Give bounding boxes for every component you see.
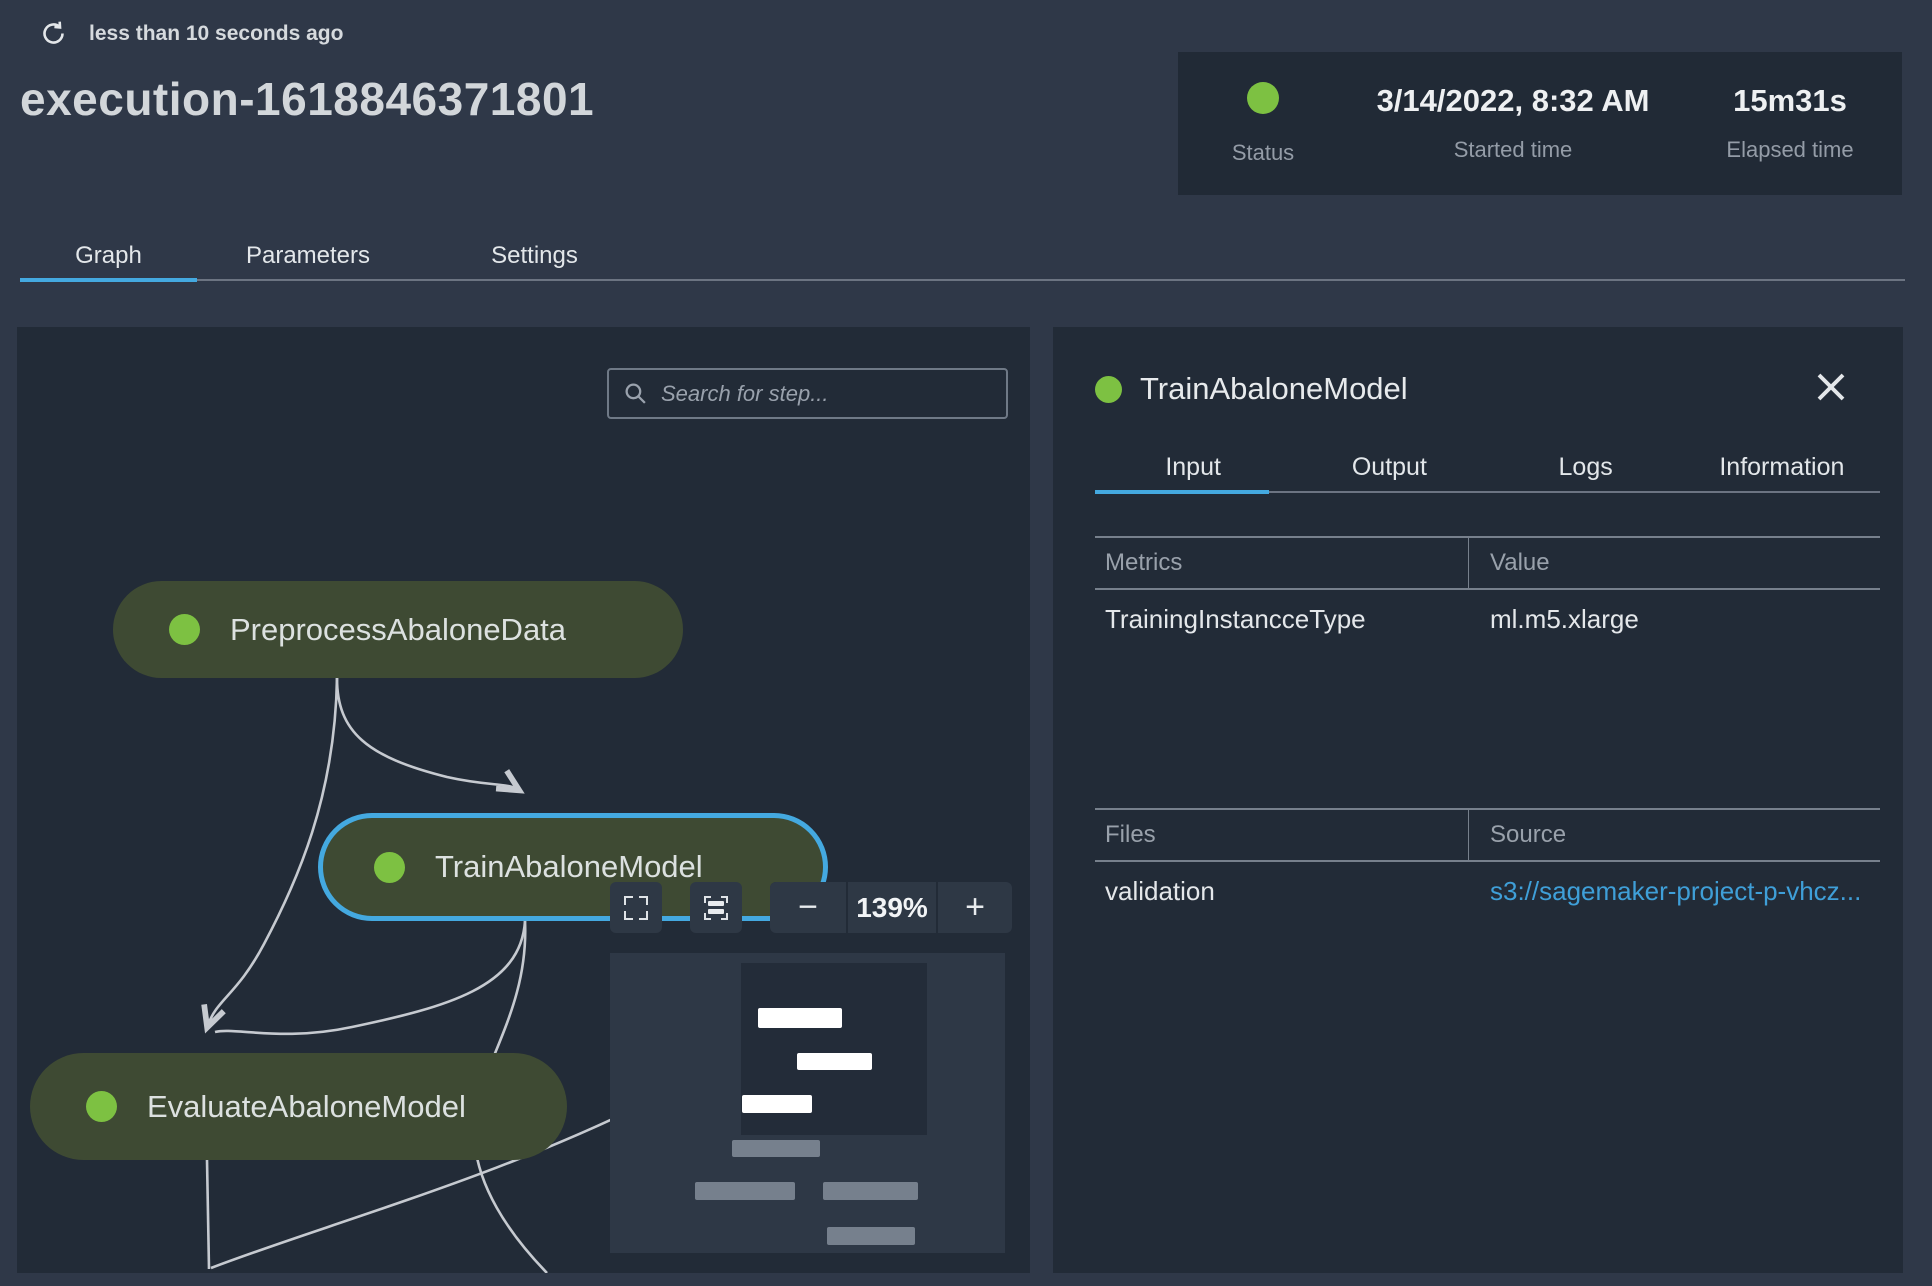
overview-toggle-button[interactable] — [690, 882, 742, 933]
plus-icon: + — [965, 888, 985, 926]
tab-parameters[interactable]: Parameters — [197, 233, 419, 279]
execution-status-card: Status 3/14/2022, 8:32 AM Started time 1… — [1178, 52, 1902, 195]
step-detail-panel: TrainAbaloneModel Input Output Logs Info… — [1053, 327, 1903, 1273]
execution-tabs: Graph Parameters Settings — [20, 233, 1905, 282]
execution-status-dot — [1247, 81, 1279, 114]
node-label: PreprocessAbaloneData — [230, 611, 567, 647]
status-label: Status — [1231, 139, 1295, 165]
close-panel-button[interactable] — [1811, 367, 1851, 407]
node-status-dot — [86, 1091, 117, 1122]
file-name: validation — [1105, 875, 1215, 906]
started-time-value: 3/14/2022, 8:32 AM — [1376, 82, 1650, 118]
pipeline-graph-canvas[interactable]: PreprocessAbaloneData TrainAbaloneModel … — [17, 327, 1030, 1273]
refresh-row: less than 10 seconds ago — [40, 20, 343, 47]
minimap-node-bar — [758, 1008, 842, 1028]
tab-graph[interactable]: Graph — [20, 233, 197, 282]
table-row: TrainingInstancceType ml.m5.xlarge — [1095, 590, 1880, 648]
metric-value: ml.m5.xlarge — [1490, 603, 1639, 634]
graph-node-preprocess[interactable]: PreprocessAbaloneData — [113, 581, 683, 678]
fit-to-screen-icon — [624, 895, 648, 920]
search-icon — [625, 383, 646, 404]
page-title: execution-1618846371801 — [20, 73, 595, 125]
metric-name: TrainingInstancceType — [1105, 603, 1366, 634]
node-status-dot — [169, 614, 200, 645]
table-row: validation s3://sagemaker-project-p-vhcz… — [1095, 862, 1880, 920]
source-s3-link[interactable]: s3://sagemaker-project-p-vhcz... — [1468, 876, 1861, 907]
minimap-node-bar — [823, 1182, 918, 1200]
graph-zoom-controls: − 139% + — [610, 882, 1012, 933]
step-detail-title: TrainAbaloneModel — [1140, 371, 1408, 406]
started-time-label: Started time — [1453, 136, 1573, 162]
detail-tab-logs[interactable]: Logs — [1488, 443, 1684, 491]
elapsed-time-value: 15m31s — [1733, 82, 1847, 118]
value-column-header: Value — [1490, 549, 1550, 576]
refresh-icon[interactable] — [40, 20, 67, 47]
detail-tab-input[interactable]: Input — [1095, 443, 1291, 494]
minimap-node-bar — [732, 1140, 820, 1157]
close-icon — [1817, 373, 1845, 401]
minus-icon: − — [798, 888, 818, 926]
files-column-header: Files — [1105, 821, 1156, 848]
zoom-in-button[interactable]: + — [938, 882, 1012, 933]
last-refreshed-text: less than 10 seconds ago — [89, 21, 344, 45]
search-step-input[interactable] — [607, 368, 1008, 419]
fit-to-screen-button[interactable] — [610, 882, 662, 933]
metrics-column-header: Metrics — [1105, 549, 1183, 576]
zoom-level-value: 139% — [848, 882, 936, 933]
step-detail-tabs: Input Output Logs Information — [1095, 443, 1880, 494]
node-label: EvaluateAbaloneModel — [147, 1088, 466, 1124]
node-status-dot — [374, 851, 405, 883]
graph-minimap[interactable] — [610, 953, 1005, 1253]
elapsed-time-label: Elapsed time — [1726, 136, 1854, 162]
tab-settings[interactable]: Settings — [419, 233, 650, 279]
zoom-out-button[interactable]: − — [770, 882, 846, 933]
graph-node-evaluate[interactable]: EvaluateAbaloneModel — [30, 1053, 567, 1160]
overview-icon — [704, 895, 728, 920]
detail-tab-information[interactable]: Information — [1684, 443, 1880, 491]
column-divider — [1468, 810, 1469, 860]
step-status-dot — [1095, 375, 1122, 403]
node-label: TrainAbaloneModel — [435, 849, 703, 884]
metrics-table: Metrics Value TrainingInstancceType ml.m… — [1095, 536, 1880, 648]
source-column-header: Source — [1490, 821, 1567, 848]
minimap-node-bar — [742, 1095, 812, 1113]
minimap-node-bar — [797, 1053, 872, 1070]
files-table: Files Source validation s3://sagemaker-p… — [1095, 808, 1880, 920]
column-divider — [1468, 538, 1469, 588]
detail-tab-output[interactable]: Output — [1291, 443, 1487, 491]
minimap-node-bar — [695, 1182, 795, 1200]
minimap-node-bar — [827, 1227, 915, 1245]
